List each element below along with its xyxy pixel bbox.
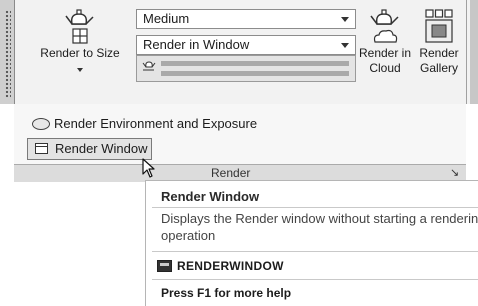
chevron-down-icon[interactable] <box>77 68 83 72</box>
mouse-cursor-icon <box>142 158 155 178</box>
chevron-down-icon <box>341 17 349 22</box>
tooltip-description: Displays the Render window without start… <box>161 211 478 243</box>
render-window-label: Render Window <box>55 141 148 156</box>
render-environment-button[interactable]: Render Environment and Exposure <box>54 116 257 132</box>
panel-divider <box>466 0 467 104</box>
next-panel-edge <box>470 0 478 104</box>
tooltip-help: Press F1 for more help <box>161 286 292 300</box>
panel-title: Render <box>211 166 251 180</box>
render-in-cloud-label-2: Cloud <box>369 61 401 75</box>
render-window-icon <box>35 143 48 154</box>
render-environment-label: Render Environment and Exposure <box>54 116 258 131</box>
render-quality-dropdown[interactable]: Medium <box>136 9 356 29</box>
render-gallery-label-2: Gallery <box>419 61 458 75</box>
render-in-cloud-button[interactable]: Render in Cloud <box>356 8 414 88</box>
gallery-grid-icon <box>425 9 453 43</box>
command-icon <box>157 260 172 272</box>
render-gallery-label-1: Render <box>419 46 459 60</box>
teapot-cloud-icon <box>370 9 399 43</box>
render-output-value: Render in Window <box>143 37 250 52</box>
render-window-button[interactable]: Render Window <box>27 138 152 160</box>
render-progress-box <box>136 55 356 82</box>
tooltip-title: Render Window <box>161 189 260 204</box>
tooltip-divider <box>152 279 478 280</box>
environment-icon <box>32 118 50 130</box>
teapot-grid-icon <box>65 9 94 44</box>
dialog-launcher-icon[interactable]: ↘ <box>450 166 459 179</box>
render-window-tooltip: Render Window Displays the Render window… <box>145 180 478 306</box>
tooltip-divider <box>152 207 478 208</box>
render-to-size-button[interactable]: Render to Size <box>34 8 126 88</box>
render-output-dropdown[interactable]: Render in Window <box>136 35 356 55</box>
render-gallery-button[interactable]: Render Gallery <box>414 8 464 88</box>
tooltip-divider <box>152 251 478 252</box>
render-to-size-label: Render to Size <box>40 46 120 60</box>
teapot-small-icon <box>142 61 156 71</box>
render-quality-value: Medium <box>143 11 190 26</box>
render-in-cloud-label-1: Render in <box>358 46 412 60</box>
tooltip-command: RENDERWINDOW <box>177 259 284 273</box>
progress-bar-1 <box>161 61 349 66</box>
chevron-down-icon <box>341 43 349 48</box>
progress-bar-2 <box>161 71 349 76</box>
panel-grip-handle[interactable] <box>5 10 11 98</box>
